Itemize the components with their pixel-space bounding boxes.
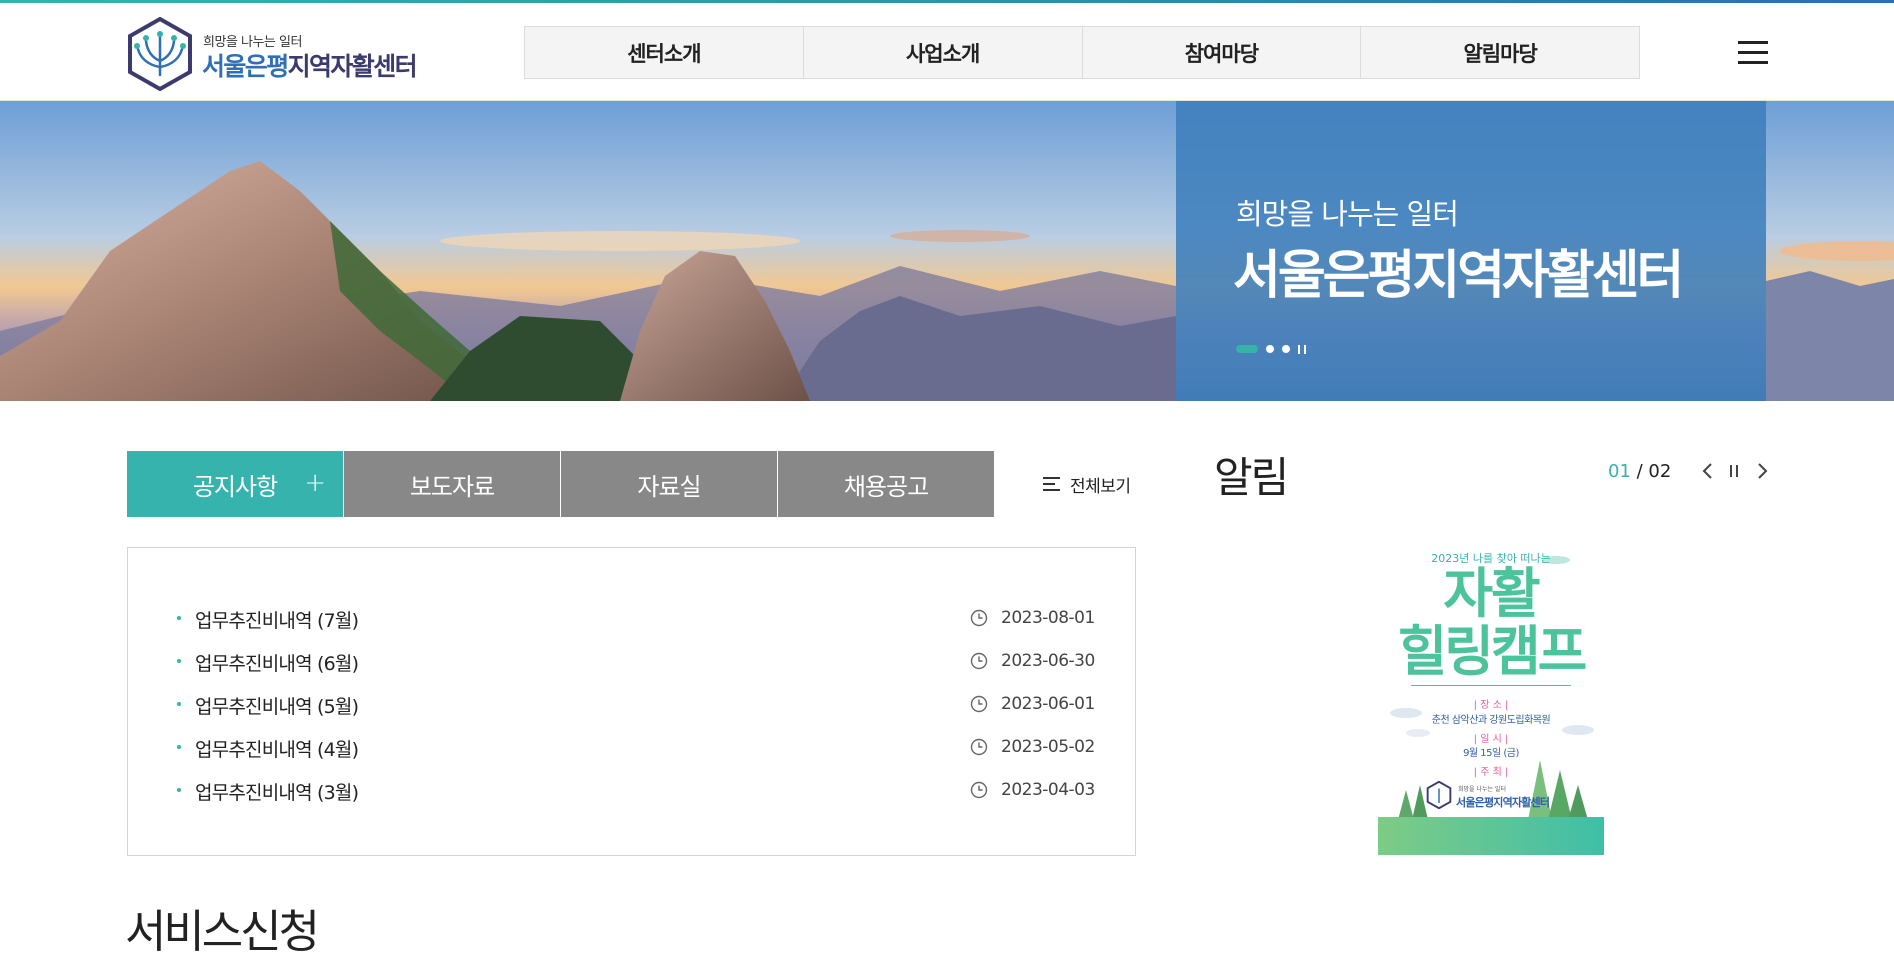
poster-label-place: | 장 소 | [1473,700,1509,711]
list-item-title: 업무추진비내역 (5월) [195,696,359,718]
poster-label-date: | 일 시 | [1473,734,1509,745]
list-item[interactable]: 업무추진비내역 (7월) 2023-08-01 [128,598,1135,638]
pager-separator: / [1630,461,1649,482]
bullet-icon [177,745,181,749]
list-item[interactable]: 업무추진비내역 (3월) 2023-04-03 [128,770,1135,810]
tab-archive[interactable]: 자료실 [561,451,778,517]
board-tabs: 공지사항 + 보도자료 자료실 채용공고 [127,451,994,517]
banner-text-box: 희망을 나누는 일터 서울은평지역자활센터 [1176,101,1766,401]
pause-icon[interactable] [1726,459,1742,483]
logo-icon [128,17,192,91]
poster-heading-2: 힐링캠프 [1397,620,1588,683]
chevron-right-icon[interactable] [1754,459,1770,483]
main-visual-banner: 희망을 나누는 일터 서울은평지역자활센터 [0,101,1894,401]
notice-list: 업무추진비내역 (7월) 2023-08-01 업무추진비내역 (6월) 202… [127,547,1136,856]
banner-subtitle: 희망을 나누는 일터 [1236,197,1459,231]
gnb-item-center-intro[interactable]: 센터소개 [525,27,804,78]
tab-notice-label: 공지사항 [192,472,278,501]
bullet-icon [177,659,181,663]
list-item-date: 2023-08-01 [1001,608,1095,628]
list-item-date: 2023-04-03 [1001,780,1095,800]
clock-icon [970,695,988,713]
list-item-date: 2023-05-02 [1001,737,1095,757]
poster-host-sub: 희망을 나누는 일터 [1458,786,1506,793]
clock-icon [970,652,988,670]
alarm-title: 알림 [1214,453,1289,502]
pause-icon[interactable] [1298,344,1306,354]
list-item[interactable]: 업무추진비내역 (6월) 2023-06-30 [128,641,1135,681]
logo-title-part1: 서울은평 [202,52,289,81]
poster-place: 춘천 삼악산과 강원도립화목원 [1431,715,1551,726]
poster-label-host: | 주 최 | [1473,767,1509,778]
clock-icon [970,738,988,756]
slide-dot-3[interactable] [1282,345,1290,353]
service-section-title: 서비스신청 [125,905,320,956]
slide-indicator [1236,343,1306,355]
poster-logo-icon [1426,781,1452,809]
slide-dot-1[interactable] [1236,345,1258,353]
list-item-title: 업무추진비내역 (3월) [195,782,359,804]
poster-date: 9월 15일 (금) [1463,748,1519,759]
plus-icon[interactable]: + [304,468,326,498]
pager-current: 01 [1608,461,1631,482]
slide-dot-2[interactable] [1266,345,1274,353]
logo-title-part2: 지역자활센터 [287,52,418,81]
banner-title: 서울은평지역자활센터 [1233,246,1684,306]
pager-total: 02 [1648,461,1672,482]
gnb-item-participation[interactable]: 참여마당 [1083,27,1362,78]
gnb-item-notice[interactable]: 알림마당 [1361,27,1639,78]
list-item-title: 업무추진비내역 (4월) [195,739,359,761]
tab-press[interactable]: 보도자료 [344,451,561,517]
poster-ground [1378,817,1604,855]
list-icon [1043,477,1060,491]
poster-host: 서울은평지역자활센터 [1456,796,1550,809]
bullet-icon [177,616,181,620]
clock-icon [970,781,988,799]
gnb-item-business-intro[interactable]: 사업소개 [804,27,1083,78]
list-item-title: 업무추진비내역 (6월) [195,653,359,675]
bullet-icon [177,788,181,792]
tab-recruit[interactable]: 채용공고 [778,451,994,517]
list-item[interactable]: 업무추진비내역 (4월) 2023-05-02 [128,727,1135,767]
bullet-icon [177,702,181,706]
tab-notice[interactable]: 공지사항 + [127,451,344,517]
view-all-link[interactable]: 전체보기 [1043,470,1131,498]
site-logo[interactable]: 희망을 나누는 일터 서울은평지역자활센터 [127,17,437,93]
alarm-pager: 01 / 02 [1608,461,1671,482]
site-header: 희망을 나누는 일터 서울은평지역자활센터 센터소개 사업소개 참여마당 알림마… [0,3,1894,101]
view-all-label: 전체보기 [1070,476,1131,497]
logo-title: 서울은평지역자활센터 [202,47,418,83]
list-item-title: 업무추진비내역 (7월) [195,610,359,632]
chevron-left-icon[interactable] [1700,459,1716,483]
list-item-date: 2023-06-01 [1001,694,1095,714]
poster-divider [1411,685,1571,686]
hamburger-icon[interactable] [1738,41,1768,65]
alarm-poster[interactable]: 2023년 나를 찾아 떠나는 자활 힐링캠프 | 장 소 | 춘천 삼악산과 … [1378,530,1604,855]
list-item[interactable]: 업무추진비내역 (5월) 2023-06-01 [128,684,1135,724]
global-nav: 센터소개 사업소개 참여마당 알림마당 [524,26,1640,79]
clock-icon [970,609,988,627]
list-item-date: 2023-06-30 [1001,651,1095,671]
poster-heading-1: 자활 [1443,562,1540,625]
